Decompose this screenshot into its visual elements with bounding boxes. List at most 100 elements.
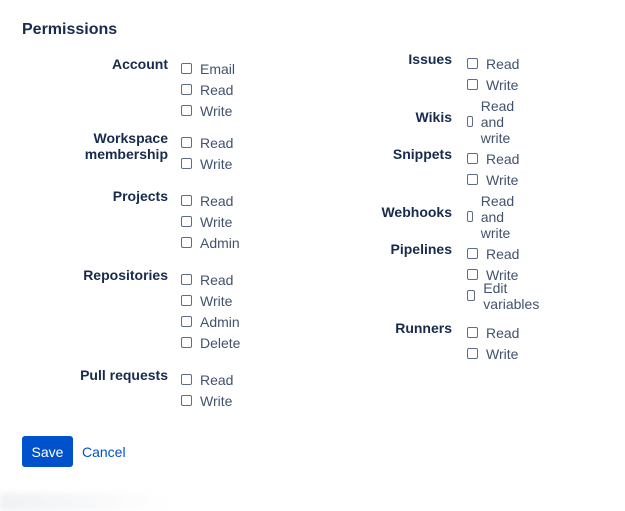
permission-option-workspace-membership-read[interactable]: Read: [181, 132, 233, 153]
option-list-snippets: Read Write: [467, 148, 519, 190]
group-label-workspace-membership: Workspace membership: [0, 130, 168, 162]
checkbox[interactable]: [181, 295, 192, 306]
group-label-line: membership: [84, 146, 168, 162]
checkbox[interactable]: [181, 395, 192, 406]
checkbox[interactable]: [467, 327, 478, 338]
checkbox[interactable]: [467, 290, 476, 301]
checkbox[interactable]: [181, 216, 192, 227]
permission-option-snippets-write[interactable]: Write: [467, 169, 519, 190]
checkbox[interactable]: [181, 105, 192, 116]
group-label-line: Workspace: [93, 130, 168, 146]
group-label-pull-requests: Pull requests: [0, 367, 168, 383]
checkbox[interactable]: [467, 79, 478, 90]
permission-option-pipelines-read[interactable]: Read: [467, 243, 542, 264]
option-label: Read: [200, 371, 234, 388]
permissions-panel: Permissions Account Email Read Write Workspa…: [0, 0, 625, 511]
permission-option-pipelines-edit-variables[interactable]: Edit variables: [467, 280, 542, 312]
option-label: Read: [486, 55, 520, 72]
checkbox[interactable]: [467, 269, 478, 280]
checkbox[interactable]: [181, 195, 192, 206]
permission-option-runners-read[interactable]: Read: [467, 322, 519, 343]
group-label-line: Repositories: [83, 267, 168, 283]
permission-option-projects-admin[interactable]: Admin: [181, 232, 240, 253]
permission-option-repositories-admin[interactable]: Admin: [181, 311, 240, 332]
group-label-snippets: Snippets: [290, 146, 452, 162]
option-list-account: Email Read Write: [181, 58, 235, 121]
group-label-issues: Issues: [290, 51, 452, 67]
option-list-pipelines: Read Write Edit variables: [467, 243, 542, 312]
option-label: Write: [486, 171, 519, 188]
checkbox[interactable]: [467, 153, 478, 164]
save-button[interactable]: Save: [22, 436, 73, 467]
checkbox[interactable]: [467, 116, 473, 127]
group-label-projects: Projects: [0, 188, 168, 204]
group-label-line: Snippets: [392, 146, 452, 162]
group-label-runners: Runners: [290, 320, 452, 336]
checkbox[interactable]: [181, 237, 192, 248]
option-label: Read: [486, 324, 520, 341]
section-title: Permissions: [22, 21, 118, 38]
option-label: Admin: [200, 313, 240, 330]
option-label: Read: [200, 271, 234, 288]
group-label-wikis: Wikis: [290, 109, 452, 125]
group-label-line: Webhooks: [381, 204, 452, 220]
permission-option-runners-write[interactable]: Write: [467, 343, 519, 364]
option-label: Read: [486, 245, 520, 262]
option-label: Edit variables: [483, 279, 540, 312]
option-list-workspace-membership: Read Write: [181, 132, 233, 174]
checkbox[interactable]: [181, 374, 192, 385]
option-list-wikis: Read and write: [467, 98, 519, 146]
permission-option-snippets-read[interactable]: Read: [467, 148, 519, 169]
option-label: Write: [200, 392, 233, 409]
permission-option-projects-write[interactable]: Write: [181, 211, 240, 232]
permission-option-account-read[interactable]: Read: [181, 79, 235, 100]
group-label-line: Projects: [112, 188, 168, 204]
permission-option-projects-read[interactable]: Read: [181, 190, 240, 211]
permission-option-repositories-delete[interactable]: Delete: [181, 332, 240, 353]
permission-option-wikis-read-and-write[interactable]: Read and write: [467, 98, 519, 146]
option-list-repositories: Read Write Admin Delete: [181, 269, 240, 353]
checkbox[interactable]: [181, 63, 192, 74]
group-label-line: Pull requests: [80, 367, 168, 383]
permission-option-account-email[interactable]: Email: [181, 58, 235, 79]
permission-option-account-write[interactable]: Write: [181, 100, 235, 121]
checkbox[interactable]: [181, 316, 192, 327]
permission-option-repositories-write[interactable]: Write: [181, 290, 240, 311]
checkbox[interactable]: [181, 274, 192, 285]
option-label: Write: [486, 345, 519, 362]
permission-option-pull-requests-read[interactable]: Read: [181, 369, 233, 390]
group-label-line: Wikis: [415, 109, 452, 125]
permission-option-webhooks-read-and-write[interactable]: Read and write: [467, 193, 519, 241]
checkbox[interactable]: [467, 348, 478, 359]
permission-option-issues-write[interactable]: Write: [467, 74, 519, 95]
checkbox[interactable]: [181, 158, 192, 169]
checkbox[interactable]: [467, 58, 478, 69]
checkbox[interactable]: [181, 84, 192, 95]
permission-option-workspace-membership-write[interactable]: Write: [181, 153, 233, 174]
option-label: Read: [200, 192, 234, 209]
checkbox[interactable]: [181, 137, 192, 148]
group-label-pipelines: Pipelines: [290, 241, 452, 257]
checkbox[interactable]: [181, 337, 192, 348]
permission-option-pull-requests-write[interactable]: Write: [181, 390, 233, 411]
option-label: Write: [200, 292, 233, 309]
option-label: Admin: [200, 234, 240, 251]
option-label: Read and write: [480, 192, 515, 241]
option-label: Read: [486, 150, 520, 167]
option-label: Write: [200, 213, 233, 230]
option-label: Read and write: [480, 97, 515, 146]
group-label-line: Pipelines: [390, 241, 452, 257]
group-label-line: Runners: [395, 320, 452, 336]
permission-option-repositories-read[interactable]: Read: [181, 269, 240, 290]
checkbox[interactable]: [467, 211, 473, 222]
checkbox[interactable]: [467, 248, 478, 259]
option-label: Write: [486, 76, 519, 93]
group-label-webhooks: Webhooks: [290, 204, 452, 220]
checkbox[interactable]: [467, 174, 478, 185]
option-label: Read: [200, 134, 234, 151]
permission-option-issues-read[interactable]: Read: [467, 53, 519, 74]
bottom-shadow: [0, 493, 170, 511]
option-list-runners: Read Write: [467, 322, 519, 364]
option-label: Write: [200, 102, 233, 119]
cancel-button[interactable]: Cancel: [82, 436, 126, 467]
